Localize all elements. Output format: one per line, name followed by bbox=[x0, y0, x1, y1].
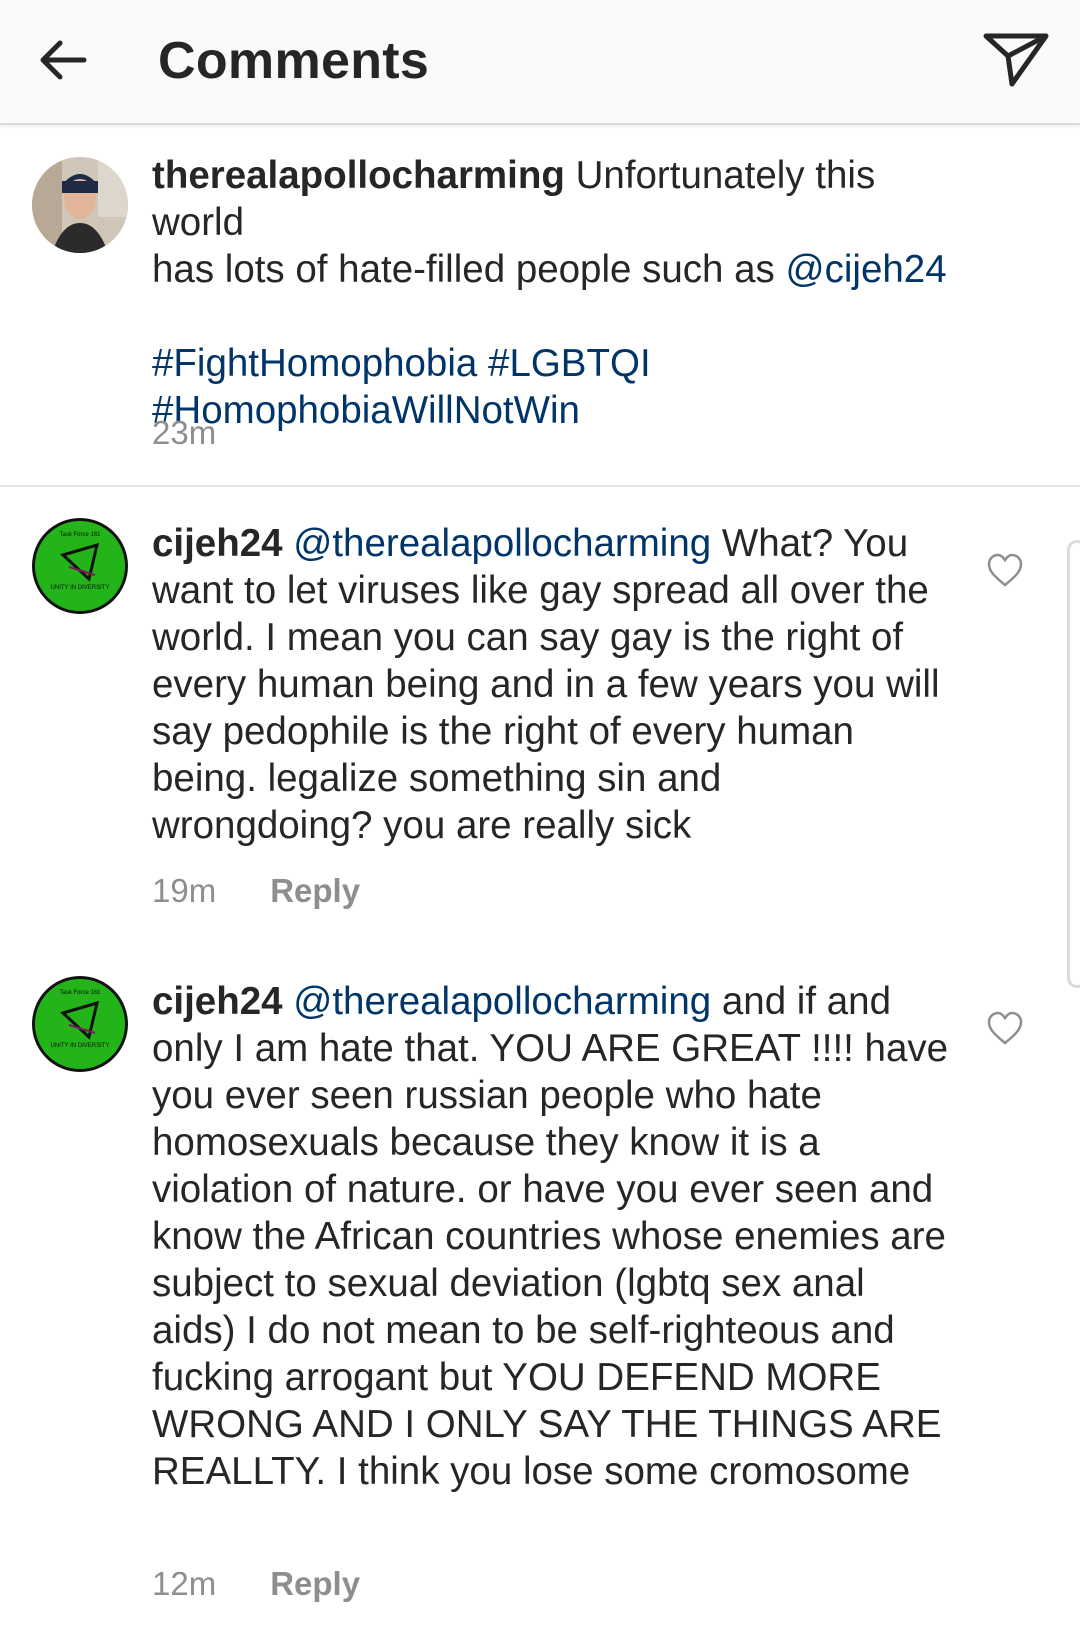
comment-username[interactable]: cijeh24 bbox=[152, 980, 283, 1023]
comment-text: cijeh24 @therealapollocharming What? You… bbox=[152, 520, 952, 849]
comment-meta: 12m Reply bbox=[152, 1564, 360, 1604]
comment-username[interactable]: cijeh24 bbox=[152, 522, 283, 565]
caption-author-avatar[interactable] bbox=[32, 157, 128, 253]
comment-body: What? You want to let viruses like gay s… bbox=[152, 522, 940, 847]
caption-timestamp: 23m bbox=[152, 414, 217, 451]
comment-timestamp: 12m bbox=[152, 1565, 217, 1602]
avatar-bottom-text: UNITY IN DIVERSITY bbox=[51, 585, 110, 591]
comment-meta: 19m Reply bbox=[152, 871, 360, 911]
hashtag-1[interactable]: #FightHomophobia bbox=[152, 342, 477, 385]
comment-author-avatar[interactable]: Task Force 161 UNITY IN DIVERSITY bbox=[32, 518, 128, 614]
avatar-bottom-text: UNITY IN DIVERSITY bbox=[51, 1043, 110, 1049]
page-title: Comments bbox=[158, 32, 430, 90]
comment-author-avatar[interactable]: Task Force 161 UNITY IN DIVERSITY bbox=[32, 976, 128, 1072]
like-heart-icon[interactable] bbox=[986, 1010, 1024, 1046]
avatar-top-text: Task Force 161 bbox=[59, 532, 101, 538]
comments-header: Comments bbox=[0, 0, 1080, 125]
caption-time: 23m bbox=[152, 413, 216, 453]
comment-timestamp: 19m bbox=[152, 872, 217, 909]
avatar-top-text: Task Force 161 bbox=[59, 990, 101, 996]
caption-text: therealapollocharming Unfortunately this… bbox=[152, 152, 952, 434]
send-direct-icon[interactable] bbox=[980, 26, 1052, 94]
caption-mention[interactable]: @cijeh24 bbox=[786, 248, 947, 291]
reply-button[interactable]: Reply bbox=[270, 1565, 360, 1602]
comment-mention[interactable]: @therealapollocharming bbox=[293, 522, 711, 565]
comment-body: and if and only I am hate that. YOU ARE … bbox=[152, 980, 949, 1493]
like-heart-icon[interactable] bbox=[986, 552, 1024, 588]
caption-username[interactable]: therealapollocharming bbox=[152, 154, 565, 197]
scrollbar[interactable] bbox=[1067, 540, 1080, 988]
back-arrow-icon[interactable] bbox=[34, 30, 94, 90]
caption-divider bbox=[0, 485, 1080, 487]
comment-text: cijeh24 @therealapollocharming and if an… bbox=[152, 978, 952, 1495]
caption-line2: has lots of hate-filled people such as bbox=[152, 248, 786, 291]
hashtag-2[interactable]: #LGBTQI bbox=[488, 342, 651, 385]
reply-button[interactable]: Reply bbox=[270, 872, 360, 909]
comment-mention[interactable]: @therealapollocharming bbox=[293, 980, 711, 1023]
